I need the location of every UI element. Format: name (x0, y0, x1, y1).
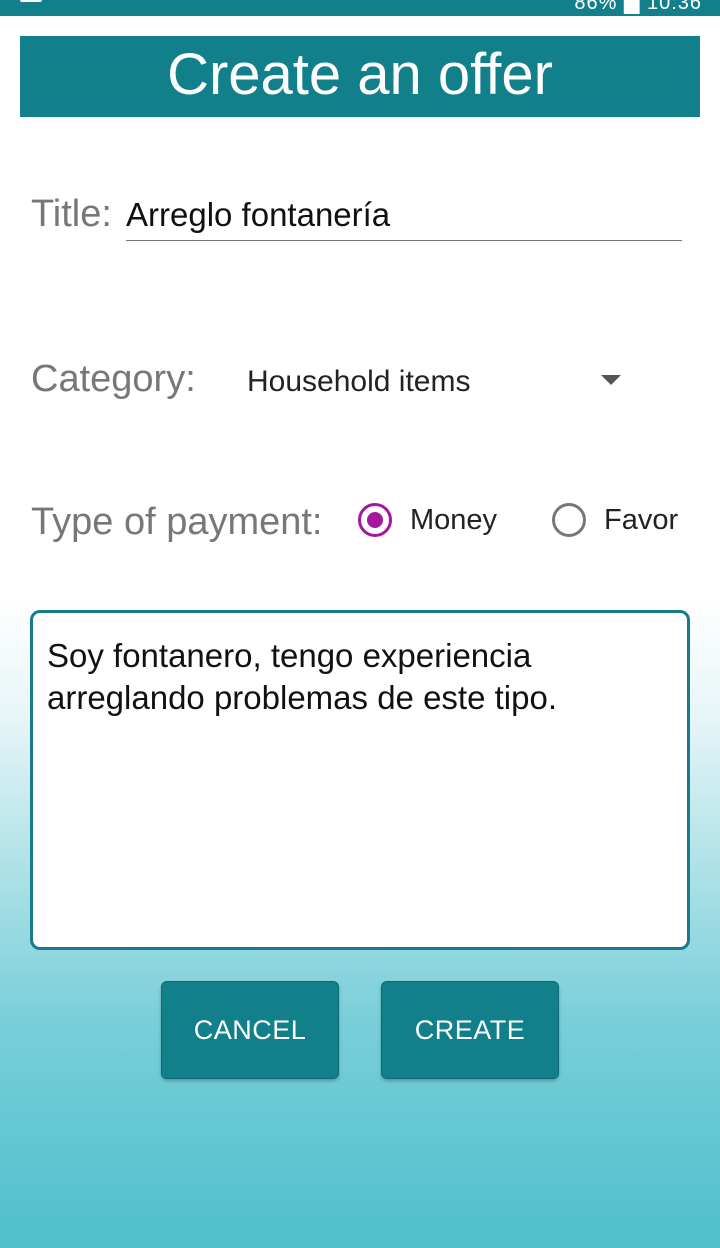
category-dropdown[interactable]: Household items (230, 352, 640, 408)
chevron-down-icon (601, 375, 621, 385)
radio-checked-icon (358, 503, 392, 537)
notification-icon (20, 0, 42, 2)
header-bar: Create an offer (20, 36, 700, 117)
page-title: Create an offer (167, 41, 553, 107)
title-label: Title: (31, 193, 112, 235)
category-label: Category: (31, 358, 196, 400)
category-selected-value: Household items (247, 365, 471, 398)
radio-money[interactable]: Money (358, 498, 497, 542)
title-input[interactable] (126, 190, 682, 241)
create-button[interactable]: CREATE (381, 981, 559, 1079)
radio-favor-label: Favor (604, 503, 679, 536)
status-indicators: 86% ▆ 10:36 (574, 0, 702, 14)
description-textarea[interactable]: Soy fontanero, tengo experiencia arregla… (30, 610, 690, 950)
cancel-button[interactable]: CANCEL (161, 981, 339, 1079)
radio-favor[interactable]: Favor (552, 498, 678, 542)
status-bar: 86% ▆ 10:36 (0, 0, 720, 16)
payment-type-label: Type of payment: (31, 501, 323, 543)
radio-unchecked-icon (552, 503, 586, 537)
radio-money-label: Money (410, 503, 498, 536)
